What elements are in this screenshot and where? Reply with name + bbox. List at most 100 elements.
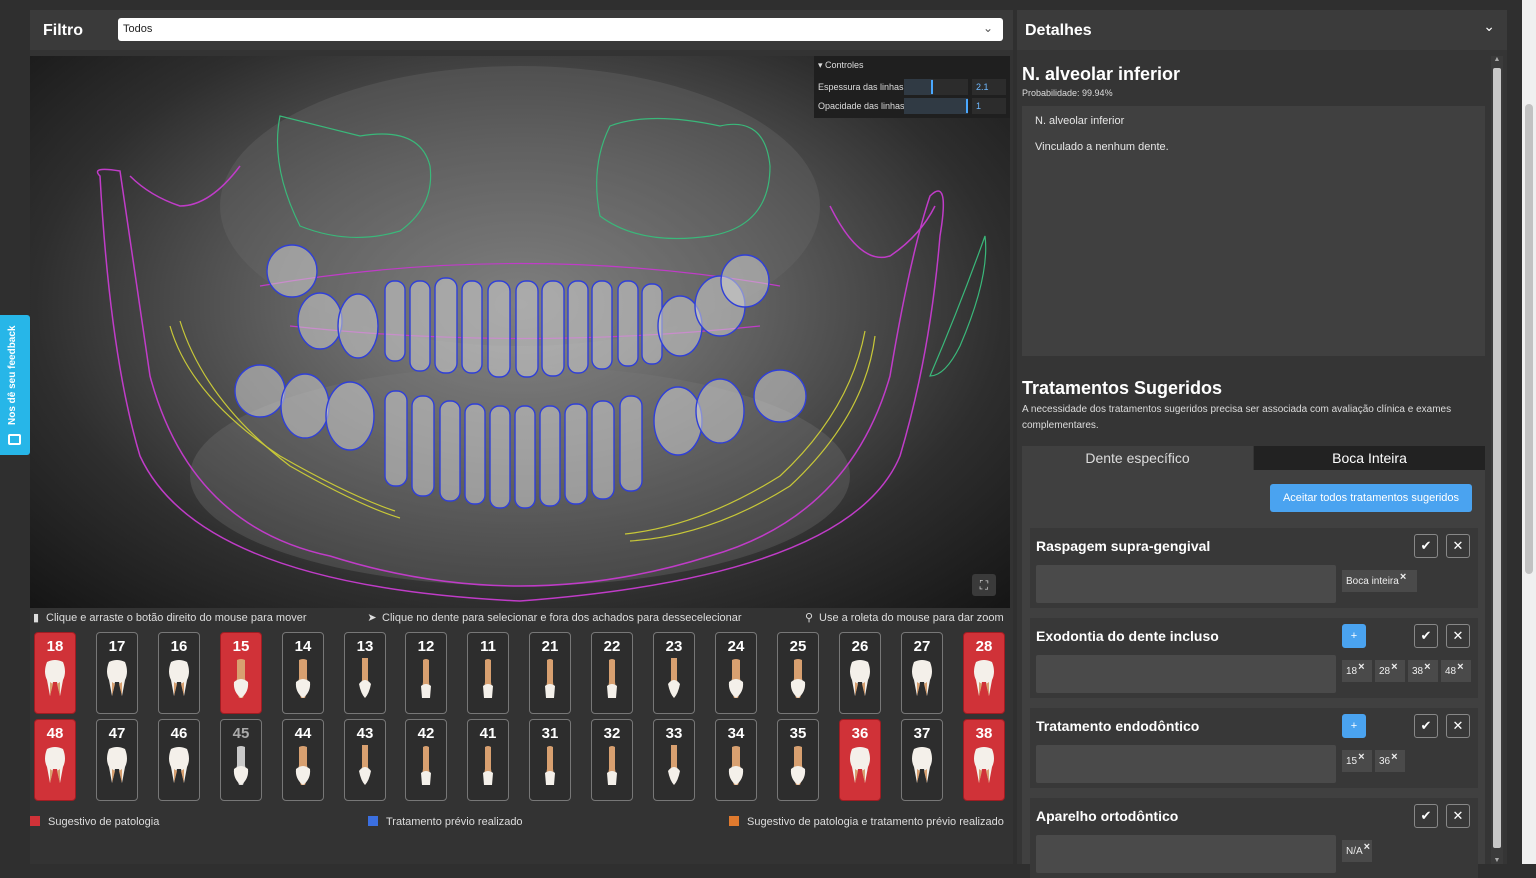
tooth-28[interactable]: 28: [963, 632, 1005, 714]
accept-all-button[interactable]: Aceitar todos tratamentos sugeridos: [1270, 484, 1472, 512]
plus-icon[interactable]: +: [1342, 624, 1366, 648]
controls-toggle[interactable]: ▾ Controles: [818, 60, 864, 71]
tooth-48[interactable]: 48: [34, 719, 76, 801]
tooth-25[interactable]: 25: [777, 632, 819, 714]
line-thickness-slider[interactable]: [904, 79, 968, 95]
tooth-36[interactable]: 36: [839, 719, 881, 801]
tooth-18[interactable]: 18: [34, 632, 76, 714]
tooth-38[interactable]: 38: [963, 719, 1005, 801]
check-icon[interactable]: ✔: [1414, 804, 1438, 828]
tooth-17[interactable]: 17: [96, 632, 138, 714]
tooth-42[interactable]: 42: [405, 719, 447, 801]
tooth-number: 15: [232, 638, 250, 655]
scroll-up-icon[interactable]: ▲: [1493, 56, 1501, 63]
tooth-chip[interactable]: 48×: [1441, 660, 1471, 682]
remove-chip-icon[interactable]: ×: [1364, 841, 1370, 853]
tooth-number: 45: [232, 725, 250, 742]
tooth-13[interactable]: 13: [344, 632, 386, 714]
tooth-26[interactable]: 26: [839, 632, 881, 714]
tooth-number: 25: [789, 638, 807, 655]
scroll-down-icon[interactable]: ▼: [1493, 857, 1501, 864]
tooth-33[interactable]: 33: [653, 719, 695, 801]
filter-select[interactable]: Todos ⌄: [118, 18, 1003, 41]
tab-whole-mouth[interactable]: Boca Inteira: [1254, 446, 1485, 470]
tooth-45[interactable]: 45: [220, 719, 262, 801]
tooth-32[interactable]: 32: [591, 719, 633, 801]
chevron-down-icon[interactable]: ⌄: [1483, 18, 1495, 35]
plus-icon[interactable]: +: [1342, 714, 1366, 738]
remove-chip-icon[interactable]: ×: [1400, 571, 1406, 583]
check-icon[interactable]: ✔: [1414, 714, 1438, 738]
tooth-12[interactable]: 12: [405, 632, 447, 714]
tooth-number: 11: [480, 638, 496, 655]
treatment-card: Exodontia do dente incluso + ✔ ✕ 18× 28× 38× 48…: [1030, 618, 1478, 698]
remove-chip-icon[interactable]: ×: [1457, 661, 1463, 673]
tooth-22[interactable]: 22: [591, 632, 633, 714]
page-scrollbar[interactable]: [1522, 0, 1536, 864]
details-scrollbar[interactable]: ▲ ▼: [1491, 56, 1503, 864]
check-icon[interactable]: ✔: [1414, 534, 1438, 558]
close-icon[interactable]: ✕: [1446, 804, 1470, 828]
treatment-notes-input[interactable]: [1036, 745, 1336, 783]
panoramic-xray[interactable]: ▾ Controles Espessura das linhas 2.1 Opa…: [30, 56, 1010, 608]
tooth-chip[interactable]: N/A×: [1342, 840, 1372, 862]
tooth-44[interactable]: 44: [282, 719, 324, 801]
tooth-chip[interactable]: Boca inteira×: [1342, 570, 1417, 592]
tooth-27[interactable]: 27: [901, 632, 943, 714]
tooth-41[interactable]: 41: [467, 719, 509, 801]
fullscreen-icon[interactable]: ⛶: [972, 574, 996, 596]
remove-chip-icon[interactable]: ×: [1391, 751, 1397, 763]
tab-specific-tooth[interactable]: Dente específico: [1022, 446, 1253, 470]
tooth-chip[interactable]: 38×: [1408, 660, 1438, 682]
line-opacity-value[interactable]: 1: [972, 98, 1006, 114]
line-thickness-knob[interactable]: [931, 80, 933, 94]
tooth-37[interactable]: 37: [901, 719, 943, 801]
remove-chip-icon[interactable]: ×: [1358, 661, 1364, 673]
check-icon[interactable]: ✔: [1414, 624, 1438, 648]
tooth-chip[interactable]: 36×: [1375, 750, 1405, 772]
tooth-43[interactable]: 43: [344, 719, 386, 801]
tooth-21[interactable]: 21: [529, 632, 571, 714]
tooth-35[interactable]: 35: [777, 719, 819, 801]
details-scroll-thumb[interactable]: [1493, 68, 1501, 848]
line-thickness-value[interactable]: 2.1: [972, 79, 1006, 95]
tooth-34[interactable]: 34: [715, 719, 757, 801]
treatment-notes-input[interactable]: [1036, 835, 1336, 873]
feedback-tab[interactable]: Nos dê seu feedback: [0, 315, 30, 455]
mouse-icon: ▮: [32, 612, 40, 624]
treatment-card: Aparelho ortodôntico ✔ ✕ N/A×: [1030, 798, 1478, 878]
tooth-chip[interactable]: 18×: [1342, 660, 1372, 682]
tooth-icon: [790, 659, 806, 698]
treatment-notes-input[interactable]: [1036, 565, 1336, 603]
tooth-16[interactable]: 16: [158, 632, 200, 714]
line-opacity-knob[interactable]: [966, 99, 968, 113]
tooth-24[interactable]: 24: [715, 632, 757, 714]
line-opacity-slider[interactable]: [904, 98, 968, 114]
close-icon[interactable]: ✕: [1446, 624, 1470, 648]
tooth-15[interactable]: 15: [220, 632, 262, 714]
line-thickness-row: Espessura das linhas 2.1: [818, 79, 1008, 95]
tooth-icon: [668, 745, 680, 785]
tooth-23[interactable]: 23: [653, 632, 695, 714]
tooth-47[interactable]: 47: [96, 719, 138, 801]
tooth-chip[interactable]: 15×: [1342, 750, 1372, 772]
legend-prior-swatch: [368, 816, 378, 826]
tooth-14[interactable]: 14: [282, 632, 324, 714]
close-icon[interactable]: ✕: [1446, 714, 1470, 738]
tooth-number: 48: [46, 725, 64, 742]
remove-chip-icon[interactable]: ×: [1391, 661, 1397, 673]
close-icon[interactable]: ✕: [1446, 534, 1470, 558]
details-header[interactable]: Detalhes ⌄: [1017, 10, 1507, 50]
remove-chip-icon[interactable]: ×: [1358, 751, 1364, 763]
tooth-chip[interactable]: 28×: [1375, 660, 1405, 682]
tooth-icon: [421, 659, 431, 698]
treatment-notes-input[interactable]: [1036, 655, 1336, 693]
remove-chip-icon[interactable]: ×: [1424, 661, 1430, 673]
tooth-31[interactable]: 31: [529, 719, 571, 801]
chevron-down-icon: ⌄: [982, 21, 993, 35]
tooth-11[interactable]: 11: [467, 632, 509, 714]
tooth-46[interactable]: 46: [158, 719, 200, 801]
page-scroll-thumb[interactable]: [1525, 104, 1533, 574]
upper-teeth-row: 18 17 16 15 14 13 12 11 21 22 23 24 25 26 27 28: [34, 632, 1009, 718]
tooth-number: 32: [603, 725, 621, 742]
